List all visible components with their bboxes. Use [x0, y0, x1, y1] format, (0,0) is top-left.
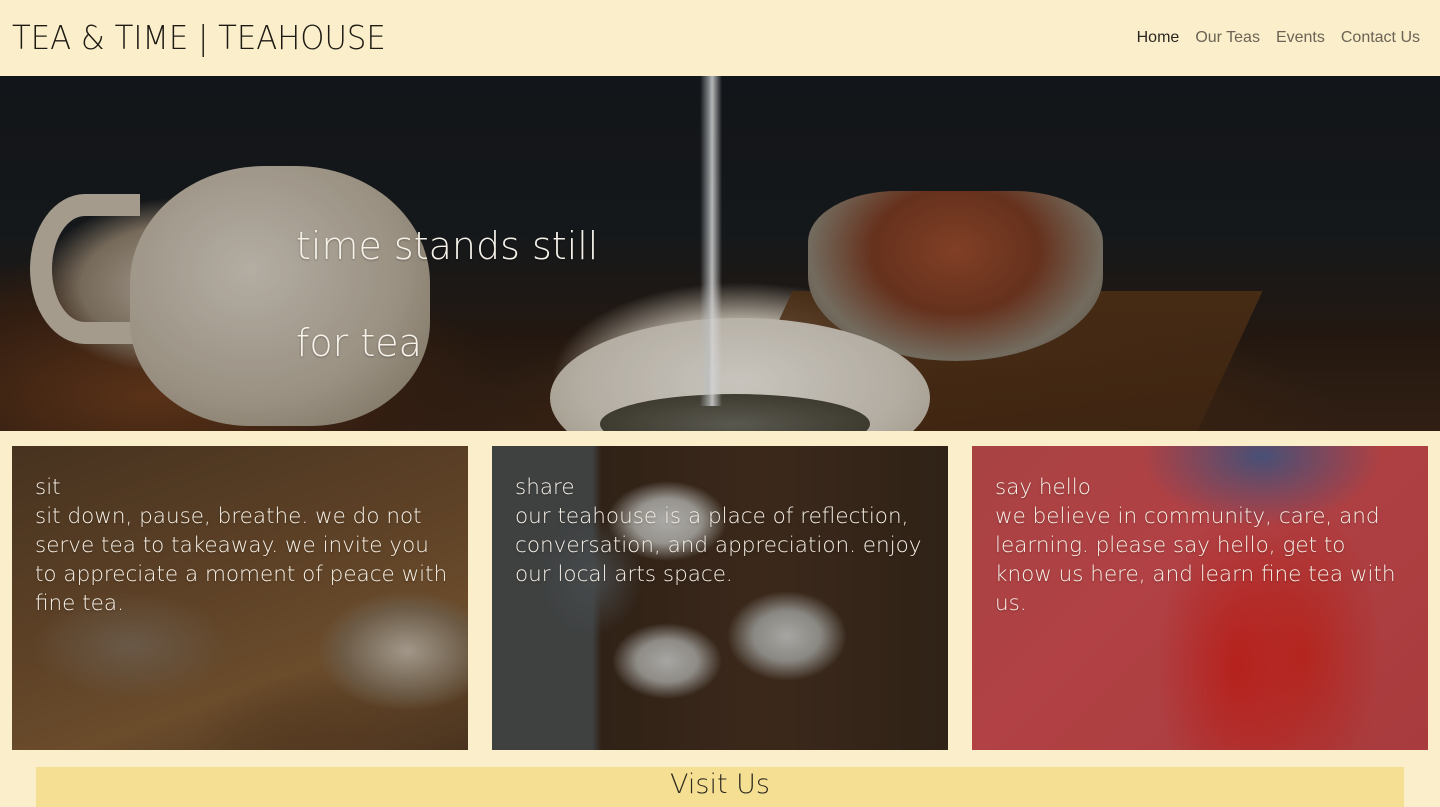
nav-events[interactable]: Events [1276, 29, 1325, 47]
card-title: share [515, 475, 575, 500]
card-text: say hello we believe in community, care,… [995, 473, 1408, 618]
card-text: sit sit down, pause, breathe. we do not … [35, 473, 448, 618]
card-sit: sit sit down, pause, breathe. we do not … [12, 446, 468, 750]
card-body: sit down, pause, breathe. we do not serv… [35, 504, 448, 616]
card-title: sit [35, 475, 61, 500]
hero-tagline-line-2: for tea [296, 321, 422, 365]
card-body: we believe in community, care, and learn… [995, 504, 1396, 616]
hero-tagline-line-1: time stands still [296, 224, 599, 268]
hero-shade [0, 76, 1440, 431]
card-body: our teahouse is a place of reflection, c… [515, 504, 922, 587]
nav-contact-us[interactable]: Contact Us [1341, 29, 1420, 47]
site-header: TEA & TIME | TEAHOUSE Home Our Teas Even… [0, 0, 1440, 76]
hero-banner: time stands still for tea [0, 76, 1440, 431]
card-say-hello: say hello we believe in community, care,… [972, 446, 1428, 750]
brand-logo[interactable]: TEA & TIME | TEAHOUSE [12, 18, 386, 57]
card-title: say hello [995, 475, 1091, 500]
visit-us-heading: Visit Us [670, 769, 770, 800]
card-text: share our teahouse is a place of reflect… [515, 473, 928, 589]
main-nav: Home Our Teas Events Contact Us [1137, 29, 1420, 47]
nav-our-teas[interactable]: Our Teas [1195, 29, 1260, 47]
card-share: share our teahouse is a place of reflect… [492, 446, 948, 750]
nav-home[interactable]: Home [1137, 29, 1180, 47]
visit-us-section: Visit Us [36, 767, 1404, 807]
